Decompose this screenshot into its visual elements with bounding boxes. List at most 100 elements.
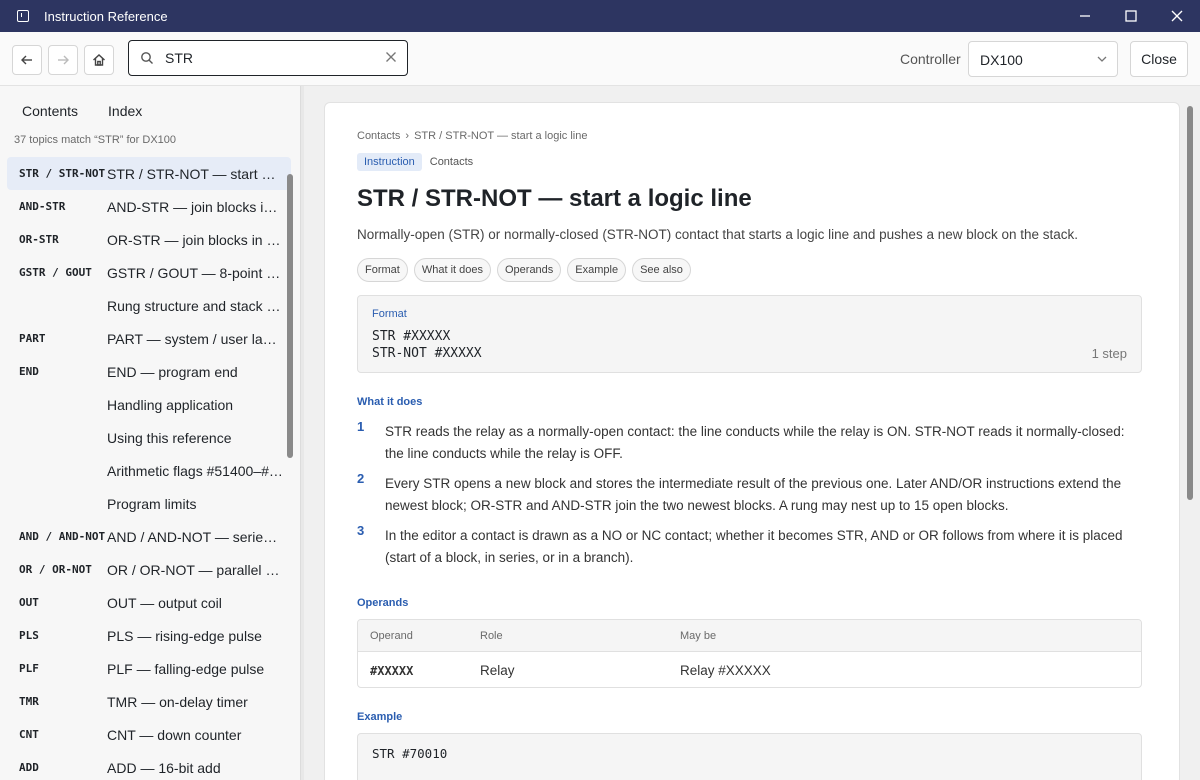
may-be-cell: Relay #XXXXX xyxy=(680,663,771,678)
topic-item[interactable]: PART PART — system / user ladder part xyxy=(7,322,291,355)
topic-title: AND-STR — join blocks in series xyxy=(107,198,283,215)
topic-item[interactable]: Using this reference xyxy=(7,421,291,454)
topic-item[interactable]: ADD ADD — 16-bit add xyxy=(7,751,291,780)
topic-item[interactable]: Program limits xyxy=(7,487,291,520)
content-scrollbar[interactable] xyxy=(1187,106,1193,500)
app-icon xyxy=(17,10,29,22)
topic-code: CNT xyxy=(19,728,39,741)
article-summary: Normally-open (STR) or normally-closed (… xyxy=(357,227,1079,242)
step-number: 2 xyxy=(357,471,365,486)
content-pane: Contacts › STR / STR-NOT — start a logic l… xyxy=(304,86,1200,780)
topic-title: OR-STR — join blocks in parallel xyxy=(107,231,283,248)
column-header: Operand xyxy=(370,630,413,642)
minimize-icon xyxy=(1080,15,1090,17)
tab-contents[interactable]: Contents xyxy=(22,103,78,119)
topic-title: PART — system / user ladder part xyxy=(107,330,283,347)
topic-code: AND / AND-NOT xyxy=(19,530,106,543)
what-it-does-label: What it does xyxy=(357,396,423,408)
jump-see-also[interactable]: See also xyxy=(632,258,691,282)
topic-item[interactable]: OUT OUT — output coil xyxy=(7,586,291,619)
breadcrumb-separator: › xyxy=(405,130,410,142)
article-tags: Instruction Contacts xyxy=(357,153,475,171)
topic-code: OUT xyxy=(19,596,39,609)
topic-item[interactable]: AND-STR AND-STR — join blocks in series xyxy=(7,190,291,223)
window-close-button[interactable] xyxy=(1154,0,1200,32)
topic-title: AND / AND-NOT — series contact xyxy=(107,528,283,545)
forward-button[interactable] xyxy=(48,45,78,75)
controller-value: DX100 xyxy=(980,52,1023,68)
topic-title: PLF — falling-edge pulse xyxy=(107,660,265,677)
topic-item[interactable]: END END — program end xyxy=(7,355,291,388)
jump-operands[interactable]: Operands xyxy=(496,258,562,282)
topic-item[interactable]: STR / STR-NOTSTR / STR-NOT — start a log… xyxy=(7,157,291,190)
step-count: 1 step xyxy=(1091,346,1127,361)
minimize-button[interactable] xyxy=(1062,0,1108,32)
controller-select[interactable]: DX100 xyxy=(968,41,1118,77)
topic-item[interactable]: TMR TMR — on-delay timer xyxy=(7,685,291,718)
example-label: Example xyxy=(357,711,403,723)
step-text: Every STR opens a new block and stores t… xyxy=(385,476,1122,513)
topic-code: TMR xyxy=(19,695,39,708)
topic-title: STR / STR-NOT — start a logic line xyxy=(107,165,283,182)
step-number: 3 xyxy=(357,523,365,538)
jump-what-it-does[interactable]: What it does xyxy=(413,258,491,282)
topic-title: END — program end xyxy=(107,363,238,380)
topic-code: AND-STR xyxy=(19,200,66,213)
step-text: In the editor a contact is drawn as a NO… xyxy=(385,528,1123,565)
topic-item[interactable]: PLS PLS — rising-edge pulse xyxy=(7,619,291,652)
topic-item[interactable]: Rung structure and stack depth xyxy=(7,289,291,322)
topic-title: CNT — down counter xyxy=(107,726,242,743)
search-input[interactable] xyxy=(165,48,365,68)
topic-code: STR / STR-NOT xyxy=(19,167,106,180)
topic-code: PART xyxy=(19,332,46,345)
close-button[interactable]: Close xyxy=(1130,41,1188,77)
step-text: STR reads the relay as a normally-open c… xyxy=(385,424,1125,461)
clear-search-icon[interactable] xyxy=(385,51,397,63)
format-label: Format xyxy=(372,308,407,320)
topic-item[interactable]: Handling application xyxy=(7,388,291,421)
topic-code: END xyxy=(19,365,39,378)
arrow-left-icon xyxy=(21,55,32,65)
search-icon xyxy=(141,52,153,64)
topic-item[interactable]: GSTR / GOUT GSTR / GOUT — 8-point group I… xyxy=(7,256,291,289)
back-button[interactable] xyxy=(12,45,42,75)
jump-example[interactable]: Example xyxy=(567,258,627,282)
topic-title: OUT — output coil xyxy=(107,594,222,611)
topic-code: PLS xyxy=(19,629,39,642)
tag-category: Contacts xyxy=(429,156,474,168)
topic-item[interactable]: CNT CNT — down counter xyxy=(7,718,291,751)
topic-item[interactable]: OR-STR OR-STR — join blocks in parallel xyxy=(7,223,291,256)
topic-item[interactable]: OR / OR-NOT OR / OR-NOT — parallel contac… xyxy=(7,553,291,586)
tab-index[interactable]: Index xyxy=(108,103,142,119)
home-button[interactable] xyxy=(84,45,114,75)
topic-title: Program limits xyxy=(107,495,197,512)
topic-code: GSTR / GOUT xyxy=(19,266,92,279)
sidebar-scrollbar[interactable] xyxy=(287,174,293,458)
section-jump-links: Format What it does Operands Example See… xyxy=(357,258,691,282)
topic-item[interactable]: Arithmetic flags #51400–#51407 xyxy=(7,454,291,487)
page-title: STR / STR-NOT — start a logic line xyxy=(357,185,752,212)
sidebar: Contents Index 37 topics match “STR” for… xyxy=(0,86,300,780)
toolbar: Controller DX100 Close xyxy=(0,32,1200,86)
example-code: STR #70010 xyxy=(372,746,448,761)
window-controls xyxy=(1062,0,1200,32)
topic-item[interactable]: PLF PLF — falling-edge pulse xyxy=(7,652,291,685)
topic-title: GSTR / GOUT — 8-point group I/O xyxy=(107,264,283,281)
search-box[interactable] xyxy=(128,40,408,76)
topic-item[interactable]: AND / AND-NOTAND / AND-NOT — series cont… xyxy=(7,520,291,553)
topic-title: Handling application xyxy=(107,396,234,413)
format-line: STR #XXXXX xyxy=(372,329,451,344)
operand-cell: #XXXXX xyxy=(370,664,414,678)
breadcrumb-item[interactable]: Contacts xyxy=(357,130,400,142)
table-row: #XXXXX Relay Relay #XXXXX xyxy=(358,652,1141,687)
step-number: 1 xyxy=(357,419,365,434)
jump-format[interactable]: Format xyxy=(357,258,408,282)
article-card: Contacts › STR / STR-NOT — start a logic l… xyxy=(324,102,1180,780)
maximize-button[interactable] xyxy=(1108,0,1154,32)
format-line: STR-NOT #XXXXX xyxy=(372,346,482,361)
maximize-icon xyxy=(1125,10,1137,22)
tag-instruction: Instruction xyxy=(357,153,422,171)
topic-title: OR / OR-NOT — parallel contact xyxy=(107,561,283,578)
topic-code: OR / OR-NOT xyxy=(19,563,92,576)
chevron-down-icon xyxy=(1097,56,1107,62)
